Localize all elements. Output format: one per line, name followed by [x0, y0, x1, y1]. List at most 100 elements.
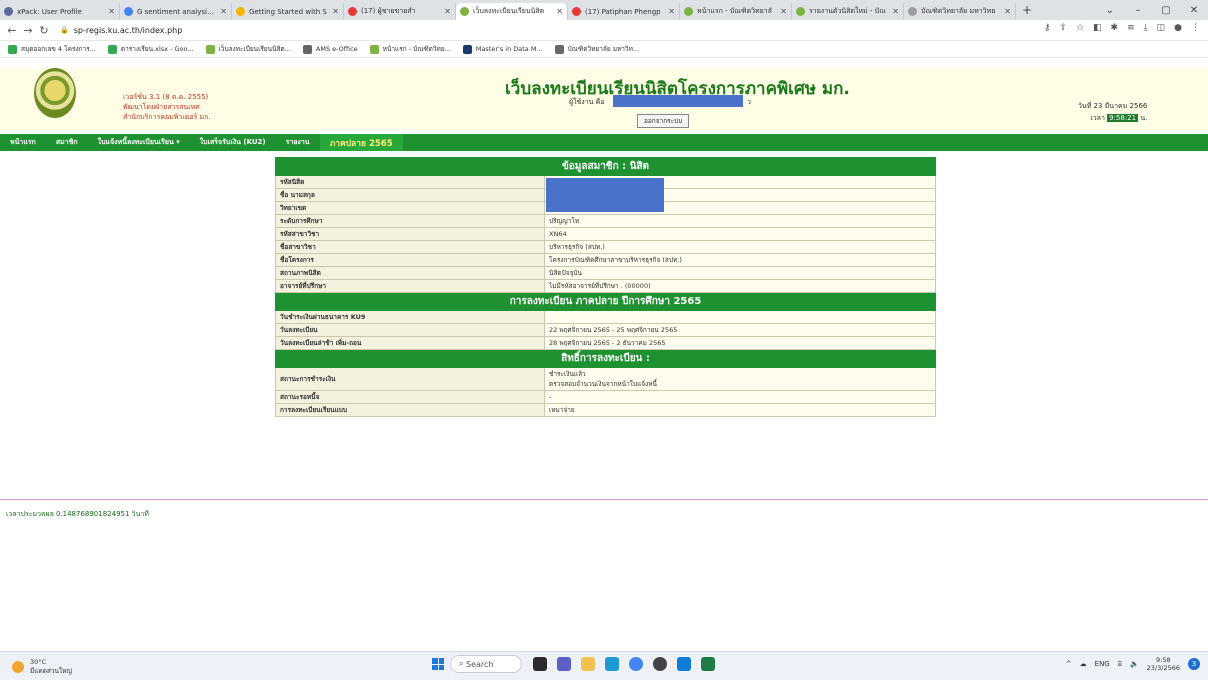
sidepanel-icon[interactable]: ◫ — [1157, 23, 1166, 33]
tab-sentiment[interactable]: G sentiment analysis py ✕ — [120, 3, 232, 20]
share-icon[interactable]: ⇪ — [1059, 23, 1067, 33]
chevron-up-icon[interactable]: ^ — [1066, 660, 1072, 668]
window-controls: ⌄ – ▢ ✕ — [1096, 0, 1208, 20]
dell-icon[interactable] — [653, 657, 667, 671]
table-row: วันลงทะเบียนล่าช้า เพิ่ม-ถอน 28 พฤศจิกายน… — [275, 336, 936, 350]
tab-grad-home[interactable]: หน้าแรก - บัณฑิตวิทยาลั ✕ — [680, 3, 792, 20]
row-value: โครงการบัณฑิตศึกษาสาขาบริหารธุรกิจ (สปท.… — [544, 253, 936, 267]
tab-grad-school[interactable]: บัณฑิตวิทยาลัย มหาวิทย ✕ — [904, 3, 1016, 20]
taskbar-apps — [533, 657, 715, 671]
close-icon[interactable]: ✕ — [668, 7, 675, 16]
minimize-button[interactable]: – — [1124, 5, 1152, 16]
puzzle-icon[interactable]: ✱ — [1111, 23, 1119, 33]
close-icon[interactable]: ✕ — [780, 7, 787, 16]
row-value: ปริญญาโท — [544, 214, 936, 228]
close-icon[interactable]: ✕ — [332, 7, 339, 16]
network-icon[interactable]: ⌸ — [1118, 660, 1122, 669]
close-icon[interactable]: ✕ — [444, 7, 451, 16]
bookmark-icon — [369, 44, 379, 54]
tab-search-icon[interactable]: ⌄ — [1096, 5, 1124, 16]
table-row: วันลงทะเบียน 22 พฤศจิกายน 2565 - 25 พฤศจิ… — [275, 323, 936, 337]
bookmark-label: AMS e-Office — [315, 45, 358, 53]
tab-getting-started[interactable]: Getting Started with S ✕ — [232, 3, 344, 20]
processing-time: เวลาประมวลผล 0.148768901824951 วินาที — [6, 510, 149, 518]
url-field[interactable]: 🔒 sp-regis.ku.ac.th/index.php — [60, 26, 182, 35]
row-value: - — [544, 390, 936, 404]
bookmark-item[interactable]: ตารางเรียน.xlsx - Goo... — [107, 44, 194, 54]
tab-favicon — [572, 7, 581, 16]
tab-xpack[interactable]: xPack: User Profile ✕ — [0, 3, 120, 20]
bookmark-item[interactable]: AMS e-Office — [302, 44, 358, 54]
teams-icon[interactable] — [557, 657, 571, 671]
tab-new-student[interactable]: รายงานตัวนิสิตใหม่ - บัณ ✕ — [792, 3, 904, 20]
cloud-icon[interactable]: ☁ — [1080, 660, 1087, 668]
datetime-box: วันที่ 23 มีนาคม 2566 เวลา 9:58:21 น. — [1078, 100, 1147, 124]
store-icon[interactable] — [677, 657, 691, 671]
bookmark-icon — [8, 44, 17, 54]
close-icon[interactable]: ✕ — [892, 7, 899, 16]
task-view-icon[interactable] — [533, 657, 547, 671]
download-icon[interactable]: ⤓ — [1144, 23, 1148, 33]
menu-receipt[interactable]: ใบเสร็จรับเงิน (KU2) — [190, 134, 276, 151]
close-icon[interactable]: ✕ — [108, 7, 115, 16]
menu-invoice[interactable]: ใบแจ้งหนี้ลงทะเบียนเรียน ▾ — [88, 134, 190, 151]
tab-youtube-1[interactable]: (17) ผู้ชายขายสำ ✕ — [344, 3, 456, 20]
row-value: ชำระเงินแล้ว ตรวจสอบจำนวนเงินจากหน้าใบแจ้… — [544, 367, 936, 391]
time-prefix: เวลา — [1090, 114, 1105, 122]
tab-title: รายงานตัวนิสิตใหม่ - บัณ — [809, 7, 886, 15]
row-label: วิทยาเขต — [275, 201, 545, 215]
menu-icon[interactable]: ⋮ — [1191, 23, 1200, 33]
star-icon[interactable]: ☆ — [1076, 23, 1084, 33]
site-info: เวอร์ชั่น 3.1 (8 ต.ค. 2555) พัฒนาโดยฝ่าย… — [123, 92, 211, 122]
start-button[interactable] — [432, 658, 444, 670]
maximize-button[interactable]: ▢ — [1152, 5, 1180, 16]
bookmark-icon — [107, 44, 117, 54]
tab-regis-active[interactable]: เว็บลงทะเบียนเรียนนิสิต ✕ — [456, 3, 568, 20]
edge-icon[interactable] — [605, 657, 619, 671]
bookmark-item[interactable]: สมุดออกเลข 4 โครงการ... — [8, 44, 96, 54]
extension-icon[interactable]: ◧ — [1093, 23, 1102, 33]
new-tab-button[interactable]: + — [1016, 3, 1038, 17]
table-row: ชื่อโครงการ โครงการบัณฑิตศึกษาสาขาบริหารธ… — [275, 253, 936, 267]
excel-icon[interactable] — [701, 657, 715, 671]
chrome-icon[interactable] — [629, 657, 643, 671]
profile-icon[interactable]: ● — [1174, 23, 1182, 33]
taskbar-search[interactable]: ⌕ Search — [450, 655, 522, 673]
volume-icon[interactable]: 🔈 — [1130, 660, 1139, 668]
menu-semester[interactable]: ภาคปลาย 2565 — [319, 134, 403, 151]
row-value: ไม่มีรหัสอาจารย์ที่ปรึกษา . (00000) — [544, 279, 936, 293]
close-icon[interactable]: ✕ — [1004, 7, 1011, 16]
bookmark-item[interactable]: เว็บลงทะเบียนเรียนนิสิต... — [205, 44, 291, 54]
menu-member[interactable]: สมาชิก — [46, 134, 88, 151]
close-icon[interactable]: ✕ — [220, 7, 227, 16]
bookmark-item[interactable]: บัณฑิตวิทยาลัย มหาวิท... — [554, 44, 639, 54]
reading-list-icon[interactable]: ≡ — [1127, 23, 1135, 33]
version-text: เวอร์ชั่น 3.1 (8 ต.ค. 2555) — [123, 93, 209, 101]
row-label: วันลงทะเบียนล่าช้า เพิ่ม-ถอน — [275, 336, 545, 350]
payment-status: ชำระเงินแล้ว — [549, 370, 586, 378]
tab-favicon — [236, 7, 245, 16]
menu-report[interactable]: รายงาน — [276, 134, 320, 151]
tab-youtube-2[interactable]: (17) Patiphan Phengp ✕ — [568, 3, 680, 20]
section-title: ข้อมูลสมาชิก : นิสิต — [275, 157, 936, 176]
section-header-registration: การลงทะเบียน ภาคปลาย ปีการศึกษา 2565 — [275, 292, 936, 311]
close-icon[interactable]: ✕ — [556, 7, 563, 16]
reload-icon[interactable]: ↻ — [36, 24, 52, 37]
table-row: อาจารย์ที่ปรึกษา ไม่มีรหัสอาจารย์ที่ปรึกษ… — [275, 279, 936, 293]
forward-icon[interactable]: → — [20, 24, 36, 37]
logout-button[interactable]: ออกจากระบบ — [637, 114, 690, 128]
bookmark-label: ตารางเรียน.xlsx - Goo... — [120, 45, 194, 53]
back-icon[interactable]: ← — [4, 24, 20, 37]
weather-widget[interactable]: 30°C มีแดดส่วนใหญ่ — [12, 658, 72, 676]
language-indicator[interactable]: ENG — [1095, 660, 1110, 668]
office-text: สำนักบริการคอมพิวเตอร์ มก. — [123, 113, 211, 121]
close-window-button[interactable]: ✕ — [1180, 5, 1208, 16]
menu-home[interactable]: หน้าแรก — [0, 134, 46, 151]
file-explorer-icon[interactable] — [581, 657, 595, 671]
notification-badge[interactable]: 3 — [1188, 658, 1200, 670]
bookmark-item[interactable]: Master's in Data M... — [462, 44, 543, 54]
key-icon[interactable]: ⚷ — [1044, 23, 1051, 33]
tray-clock[interactable]: 9:58 23/3/2566 — [1147, 656, 1180, 672]
redacted-username — [613, 95, 743, 107]
bookmark-item[interactable]: หน้าแรก - บัณฑิตวิทย... — [369, 44, 451, 54]
